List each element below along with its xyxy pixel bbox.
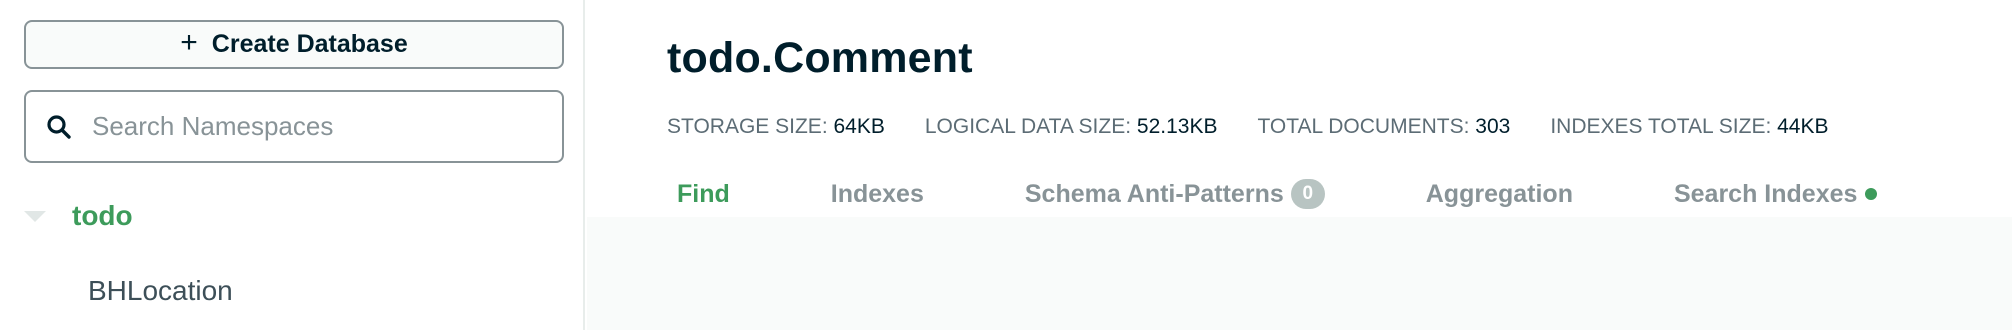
status-dot-icon <box>1865 188 1878 200</box>
sidebar: + Create Database todo BHLocation <box>0 0 585 330</box>
count-badge: 0 <box>1290 179 1325 209</box>
collection-stats: STORAGE SIZE: 64KB LOGICAL DATA SIZE: 52… <box>667 115 1869 139</box>
search-namespaces-input[interactable] <box>92 111 532 142</box>
collection-name: BHLocation <box>88 275 233 306</box>
database-item-todo[interactable]: todo <box>24 200 133 232</box>
stat-total-documents: TOTAL DOCUMENTS: 303 <box>1257 115 1511 138</box>
tab-schema-anti-patterns[interactable]: Schema Anti-Patterns 0 <box>1025 179 1325 209</box>
collection-tabs: Find Indexes Schema Anti-Patterns 0 Aggr… <box>667 172 1878 216</box>
tab-aggregation[interactable]: Aggregation <box>1426 180 1573 209</box>
stat-indexes-total-size: INDEXES TOTAL SIZE: 44KB <box>1550 115 1829 138</box>
caret-down-icon[interactable] <box>24 210 46 222</box>
collection-item-bhlocation[interactable]: BHLocation <box>88 275 233 307</box>
database-name: todo <box>72 200 133 231</box>
stat-storage-size: STORAGE SIZE: 64KB <box>667 115 885 138</box>
search-icon <box>47 114 71 139</box>
page-title: todo.Comment <box>667 34 973 82</box>
create-database-label: Create Database <box>211 30 408 58</box>
tab-search-indexes[interactable]: Search Indexes <box>1674 180 1878 209</box>
collection-view: todo.Comment STORAGE SIZE: 64KB LOGICAL … <box>587 0 2012 330</box>
tab-find[interactable]: Find <box>677 180 730 209</box>
create-database-button[interactable]: + Create Database <box>24 20 564 69</box>
content-area <box>587 217 2012 330</box>
tab-indexes[interactable]: Indexes <box>831 180 924 209</box>
stat-logical-data-size: LOGICAL DATA SIZE: 52.13KB <box>924 115 1218 138</box>
plus-icon: + <box>180 26 198 59</box>
search-namespaces-field[interactable] <box>24 90 564 163</box>
